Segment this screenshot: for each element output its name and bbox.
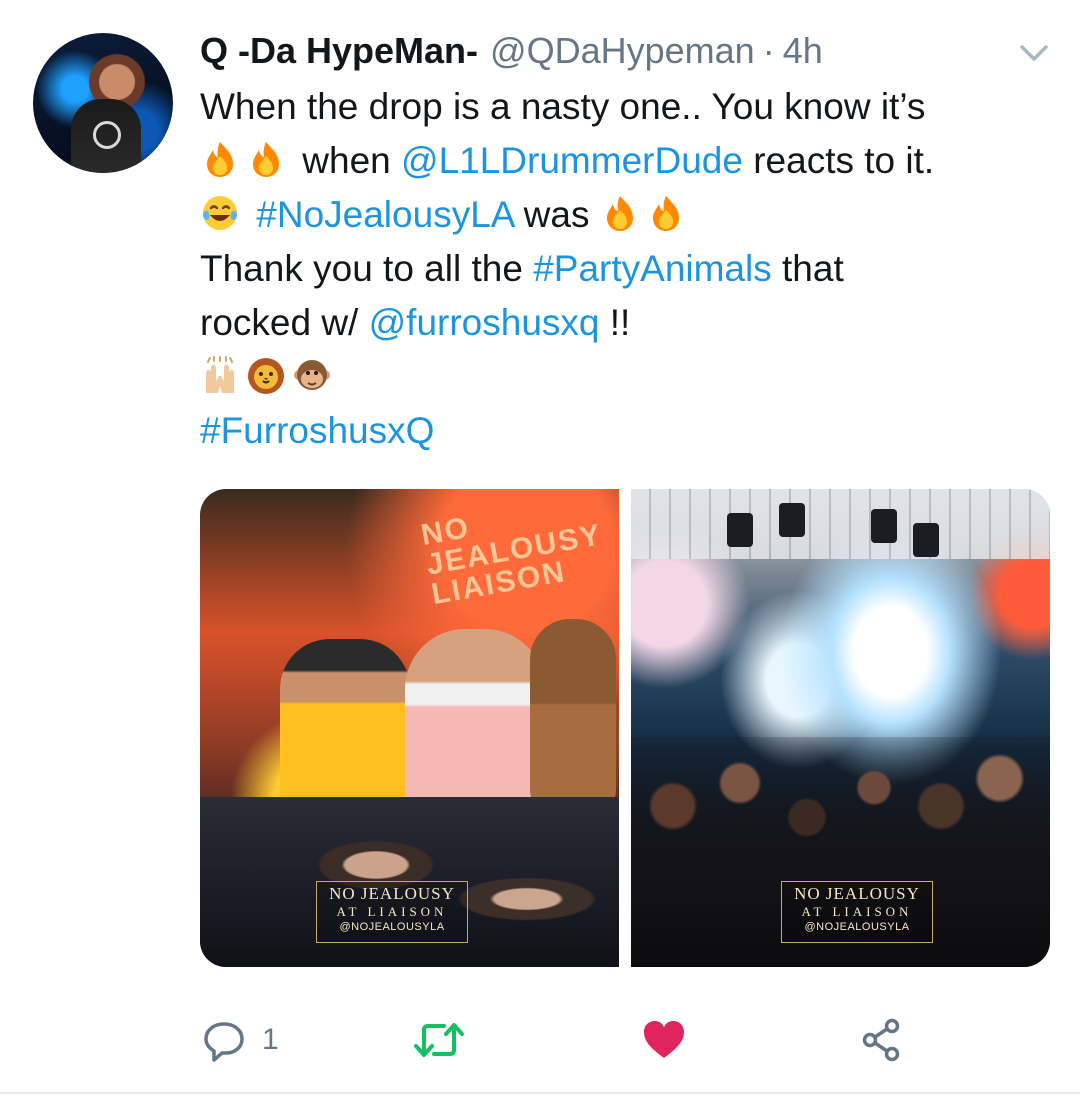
tweet-text-line: When the drop is a nasty one.. You know … (200, 80, 1060, 134)
mention-link[interactable]: @furroshusxq (369, 302, 600, 343)
fire-emoji-icon (253, 142, 279, 177)
hashtag-link[interactable]: #FurroshusxQ (200, 410, 434, 451)
tweet-card[interactable]: Q -Da HypeMan- @QDaHypeman · 4h When the… (0, 0, 1080, 1096)
heart-icon (644, 1021, 684, 1058)
event-watermark: NO JEALOUSY AT LIAISON @NOJEALOUSYLA (781, 881, 933, 943)
watermark-title: NO JEALOUSY (329, 884, 455, 903)
text-segment: rocked w/ (200, 302, 369, 343)
fire-emoji-icon (652, 196, 679, 231)
avatar-chain (93, 121, 121, 149)
tweet-text-line: rocked w/ @furroshusxq !! (200, 296, 1060, 350)
ceiling-panels (631, 489, 1050, 559)
fire-emoji-icon (207, 142, 233, 177)
text-segment: when (302, 140, 402, 181)
watermark-handle: @NOJEALOUSYLA (804, 921, 910, 933)
tweet-text-line: #FurroshusxQ (200, 404, 1060, 458)
hashtag-link[interactable]: #PartyAnimals (533, 248, 772, 289)
tweet-text-line: #NoJealousyLA was (200, 188, 1060, 242)
separator-dot: · (762, 30, 775, 71)
tweet-photo-crowd[interactable]: NO JEALOUSY AT LIAISON @NOJEALOUSYLA (631, 489, 1050, 967)
reply-count: 1 (262, 1023, 279, 1056)
stage-light (871, 509, 897, 543)
tweet-text: When the drop is a nasty one.. You know … (200, 80, 1060, 458)
tears-of-joy-emoji-icon (203, 196, 237, 230)
tweet-text-line: Thank you to all the #PartyAnimals that (200, 242, 1060, 296)
bottom-divider (0, 1092, 1080, 1094)
retweet-button[interactable] (412, 1010, 480, 1070)
text-segment: !! (599, 302, 631, 343)
tweet-text-line (200, 350, 1060, 404)
text-segment: When the drop is a nasty one.. You know … (200, 86, 926, 127)
fire-emoji-icon (606, 196, 633, 231)
tweet-text-line: when @L1LDrummerDude reacts to it. (200, 134, 1060, 188)
stage-light (779, 503, 805, 537)
avatar[interactable] (33, 33, 173, 173)
text-segment: was (513, 194, 600, 235)
hashtag-link[interactable]: #NoJealousyLA (256, 194, 513, 235)
tweet-photo-dj-booth[interactable]: NO JEALOUSY LIAISON NO JEALOUSY AT LIAIS… (200, 489, 619, 967)
reply-button[interactable]: 1 (200, 1010, 279, 1070)
tweet-header: Q -Da HypeMan- @QDaHypeman · 4h (200, 30, 823, 76)
text-segment: that (771, 248, 844, 289)
text-segment: reacts to it. (742, 140, 935, 181)
watermark-subtitle: AT LIAISON (801, 904, 913, 919)
text-segment: Thank you to all the (200, 248, 534, 289)
event-watermark: NO JEALOUSY AT LIAISON @NOJEALOUSYLA (316, 881, 468, 943)
stage-light (727, 513, 753, 547)
tweet-timestamp[interactable]: 4h (783, 30, 823, 72)
raising-hands-emoji-icon (206, 356, 234, 393)
monkey-emoji-icon (294, 360, 330, 390)
watermark-handle: @NOJEALOUSYLA (339, 921, 445, 933)
author-handle[interactable]: @QDaHypeman (490, 30, 755, 72)
share-icon (862, 1018, 900, 1062)
share-button[interactable] (860, 1010, 904, 1070)
reply-icon (204, 1022, 244, 1062)
retweet-icon (414, 1023, 464, 1057)
tweet-actions: 1 (200, 1010, 920, 1070)
media-grid: NO JEALOUSY LIAISON NO JEALOUSY AT LIAIS… (200, 489, 1050, 967)
mention-link[interactable]: @L1LDrummerDude (401, 140, 743, 181)
stage-light (913, 523, 939, 557)
chevron-down-icon[interactable] (1016, 38, 1052, 68)
author-display-name[interactable]: Q -Da HypeMan- (200, 30, 478, 72)
lion-emoji-icon (248, 358, 284, 394)
watermark-subtitle: AT LIAISON (336, 904, 448, 919)
like-button[interactable] (642, 1010, 700, 1070)
watermark-title: NO JEALOUSY (794, 884, 920, 903)
